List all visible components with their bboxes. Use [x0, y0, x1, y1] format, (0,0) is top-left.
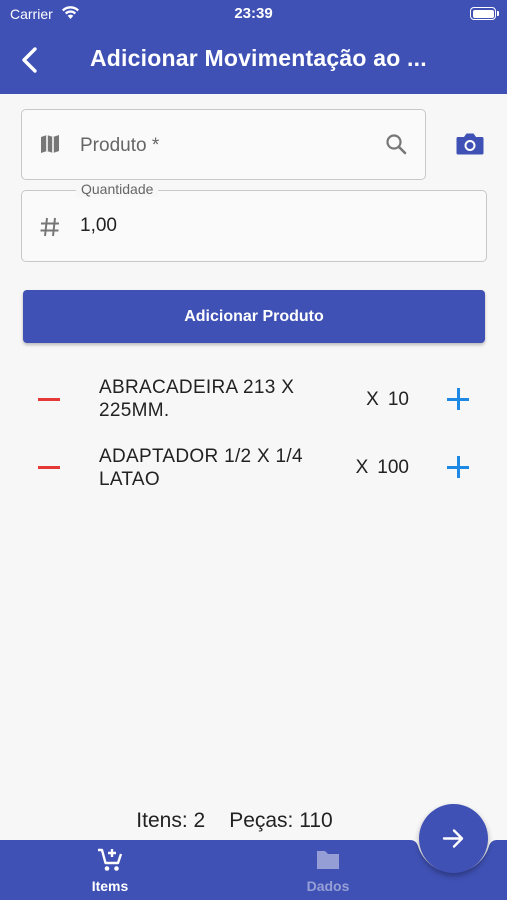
item-name: ADAPTADOR 1/2 X 1/4 LATAO: [99, 446, 303, 490]
quantity-value[interactable]: 1,00: [80, 215, 440, 237]
items-count: Itens: 2: [136, 809, 206, 832]
search-icon[interactable]: [384, 132, 408, 156]
cart-plus-icon: [98, 848, 123, 871]
hash-icon: [40, 217, 59, 237]
pieces-count: Peças: 110: [229, 809, 333, 832]
add-item-button[interactable]: [447, 456, 469, 478]
list-item: ADAPTADOR 1/2 X 1/4 LATAO X 100: [0, 440, 507, 500]
item-multiply-label: X: [366, 389, 379, 410]
app-header: Carrier 23:39 Adicionar Movimentação ao …: [0, 0, 507, 94]
tab-items-label: Items: [91, 878, 129, 894]
battery-icon: [470, 7, 499, 20]
tab-items[interactable]: Items: [50, 847, 170, 894]
status-bar: Carrier 23:39: [0, 0, 507, 30]
next-step-button[interactable]: [419, 804, 488, 873]
product-placeholder: Produto *: [80, 135, 160, 156]
clock: 23:39: [234, 5, 273, 22]
map-icon: [41, 135, 59, 153]
chevron-left-icon[interactable]: [16, 45, 44, 75]
arrow-right-icon: [442, 829, 464, 848]
item-multiply-label: X: [355, 457, 369, 478]
camera-icon[interactable]: [455, 131, 485, 157]
add-item-button[interactable]: [447, 388, 469, 410]
item-quantity: X 10: [366, 389, 409, 411]
item-quantity-value: 10: [387, 389, 409, 410]
folder-icon: [317, 851, 339, 869]
product-search-field[interactable]: Produto *: [21, 109, 426, 180]
item-quantity: X 100: [356, 457, 409, 479]
list-item: ABRACADEIRA 213 X 225MM. X 10: [0, 370, 507, 430]
remove-item-button[interactable]: [38, 466, 60, 469]
add-product-button[interactable]: Adicionar Produto: [23, 290, 485, 343]
item-quantity-value: 100: [377, 457, 409, 478]
tab-dados[interactable]: Dados: [268, 847, 388, 894]
tab-dados-label: Dados: [306, 878, 350, 894]
quantity-label: Quantidade: [76, 181, 159, 197]
quantity-field[interactable]: Quantidade 1,00: [21, 181, 487, 262]
remove-item-button[interactable]: [38, 398, 60, 401]
item-name: ABRACADEIRA 213 X 225MM.: [99, 377, 295, 421]
page-title: Adicionar Movimentação ao ...: [90, 45, 427, 71]
